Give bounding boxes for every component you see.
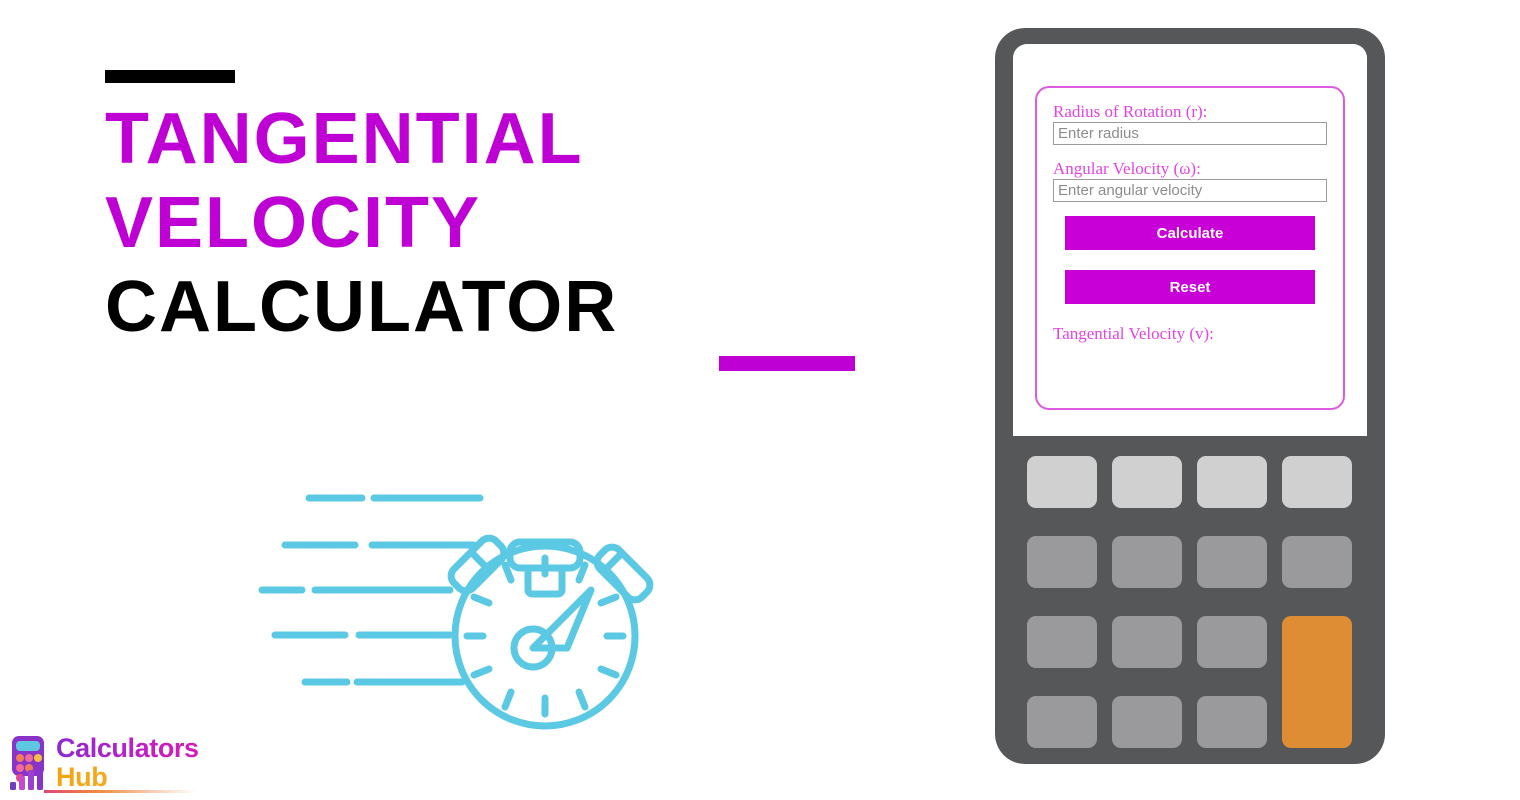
keypad-key[interactable] — [1112, 696, 1182, 748]
keypad-key[interactable] — [1197, 456, 1267, 508]
page-title-line-1: Tangential — [105, 99, 584, 179]
stopwatch-side-button-right — [593, 543, 654, 604]
page-title-block: Tangential Velocity Calculator — [105, 70, 895, 371]
speed-lines — [258, 494, 484, 686]
calculator-keypad — [1027, 456, 1353, 748]
stopwatch-speed-icon — [252, 470, 672, 730]
keypad-key[interactable] — [1197, 696, 1267, 748]
calculator-form-card: Radius of Rotation (r): Angular Velocity… — [1035, 86, 1345, 410]
keypad-key[interactable] — [1112, 456, 1182, 508]
keypad-key[interactable] — [1112, 536, 1182, 588]
keypad-key[interactable] — [1282, 456, 1352, 508]
tangential-velocity-result-label: Tangential Velocity (v): — [1053, 324, 1214, 343]
title-rule-bottom — [719, 356, 855, 371]
title-rule-top — [105, 70, 235, 83]
page-title-line-3: Calculator — [105, 267, 619, 347]
calculate-button[interactable]: Calculate — [1065, 216, 1315, 250]
keypad-key[interactable] — [1027, 456, 1097, 508]
keypad-key[interactable] — [1027, 616, 1097, 668]
angular-velocity-input[interactable] — [1053, 179, 1327, 202]
keypad-key[interactable] — [1112, 616, 1182, 668]
brand-logo[interactable]: Calculators Hub — [6, 730, 199, 796]
logo-word-calculators: Calculators — [56, 733, 199, 763]
keypad-key[interactable] — [1027, 696, 1097, 748]
calculator-device: Radius of Rotation (r): Angular Velocity… — [995, 28, 1385, 764]
calculator-bar-chart-icon — [10, 736, 44, 790]
reset-button[interactable]: Reset — [1065, 270, 1315, 304]
logo-underline — [44, 790, 196, 793]
logo-word-hub: Hub — [56, 764, 199, 791]
radius-field-label: Radius of Rotation (r): — [1053, 102, 1208, 121]
stopwatch-hand — [510, 586, 595, 671]
page-title-line-2: Velocity — [105, 183, 482, 263]
keypad-key[interactable] — [1197, 536, 1267, 588]
keypad-key-accent[interactable] — [1282, 616, 1352, 748]
keypad-key[interactable] — [1197, 616, 1267, 668]
angular-velocity-field-label: Angular Velocity (ω): — [1053, 159, 1201, 178]
keypad-key[interactable] — [1282, 536, 1352, 588]
radius-input[interactable] — [1053, 122, 1327, 145]
keypad-key[interactable] — [1027, 536, 1097, 588]
device-screen: Radius of Rotation (r): Angular Velocity… — [1013, 44, 1367, 436]
